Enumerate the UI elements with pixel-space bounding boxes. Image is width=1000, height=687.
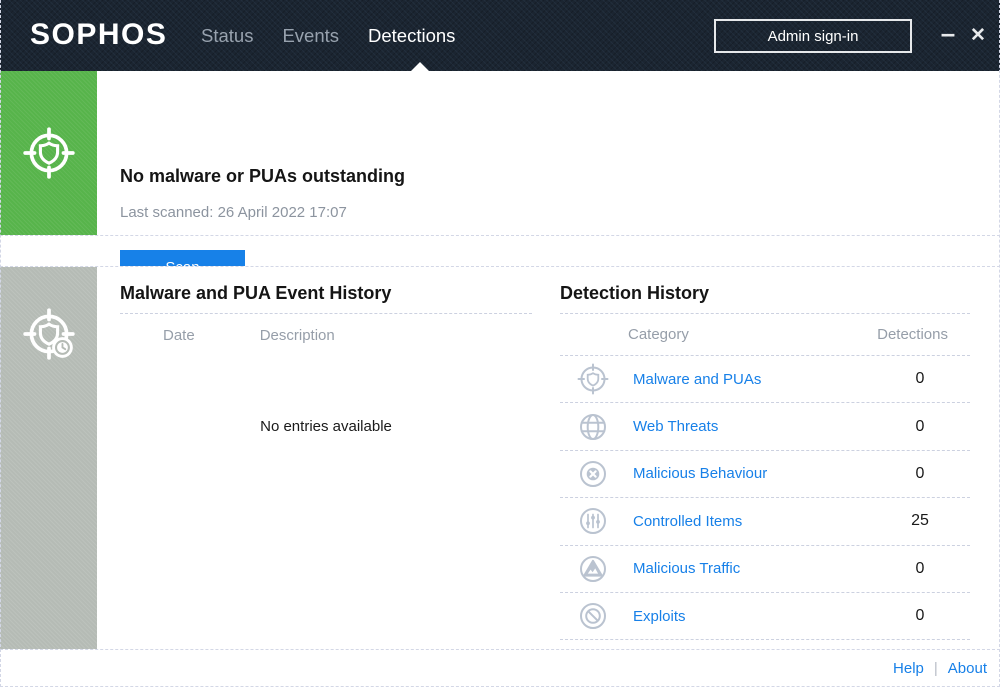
- shield-target-icon: [20, 124, 78, 182]
- status-heading: No malware or PUAs outstanding: [120, 166, 405, 187]
- empty-entries-message: No entries available: [120, 418, 532, 435]
- active-tab-caret: [411, 62, 429, 71]
- tab-status[interactable]: Status: [201, 25, 253, 47]
- minimize-icon[interactable]: –: [936, 24, 960, 48]
- detection-count: 0: [890, 370, 950, 388]
- malware-shield-icon: [575, 361, 611, 397]
- footer: Help | About: [0, 650, 1000, 687]
- table-row: Malicious Traffic 0: [560, 546, 970, 593]
- top-nav-bar: SOPHOS Status Events Detections Admin si…: [0, 0, 1000, 71]
- table-row: Exploits 0: [560, 593, 970, 640]
- status-panel-sidebar: [0, 71, 97, 235]
- event-history-header-row: Date Description: [120, 314, 532, 356]
- detection-link-malicious-behaviour[interactable]: Malicious Behaviour: [633, 465, 767, 482]
- about-link[interactable]: About: [948, 660, 987, 677]
- column-header-detections: Detections: [877, 326, 948, 343]
- column-header-description: Description: [260, 327, 335, 344]
- detection-link-malicious-traffic[interactable]: Malicious Traffic: [633, 560, 740, 577]
- sophos-window: SOPHOS Status Events Detections Admin si…: [0, 0, 1000, 687]
- event-history-title: Malware and PUA Event History: [120, 267, 532, 314]
- footer-separator: |: [934, 660, 938, 677]
- table-row: Malicious Behaviour 0: [560, 451, 970, 498]
- table-row: Controlled Items 25: [560, 498, 970, 545]
- history-panel-sidebar: [0, 267, 97, 649]
- detection-count: 25: [890, 512, 950, 530]
- detection-history-section: Detection History Category Detections Ma…: [560, 267, 970, 649]
- detection-count: 0: [890, 607, 950, 625]
- admin-sign-in-button[interactable]: Admin sign-in: [714, 19, 912, 53]
- table-row: Malware and PUAs 0: [560, 356, 970, 403]
- detection-count: 0: [890, 560, 950, 578]
- controlled-items-icon: [575, 503, 611, 539]
- detection-count: 0: [890, 465, 950, 483]
- malicious-traffic-icon: [575, 551, 611, 587]
- column-header-date: Date: [163, 327, 195, 344]
- nav-tabs: Status Events Detections: [201, 0, 455, 71]
- help-link[interactable]: Help: [893, 660, 924, 677]
- detection-link-malware-and-puas[interactable]: Malware and PUAs: [633, 371, 761, 388]
- detection-link-exploits[interactable]: Exploits: [633, 608, 686, 625]
- tab-events[interactable]: Events: [282, 25, 339, 47]
- event-history-section: Malware and PUA Event History Date Descr…: [120, 267, 532, 649]
- detection-history-header-row: Category Detections: [560, 314, 970, 356]
- detection-count: 0: [890, 418, 950, 436]
- history-panel: Malware and PUA Event History Date Descr…: [0, 266, 1000, 650]
- status-panel: No malware or PUAs outstanding Last scan…: [0, 71, 1000, 236]
- detection-history-title: Detection History: [560, 267, 970, 314]
- column-header-category: Category: [628, 326, 689, 343]
- tab-detections[interactable]: Detections: [368, 25, 455, 47]
- last-scanned-text: Last scanned: 26 April 2022 17:07: [120, 204, 347, 221]
- web-threats-globe-icon: [575, 409, 611, 445]
- malicious-behaviour-icon: [575, 456, 611, 492]
- detection-link-web-threats[interactable]: Web Threats: [633, 418, 718, 435]
- sophos-logo: SOPHOS: [30, 18, 167, 52]
- detection-link-controlled-items[interactable]: Controlled Items: [633, 513, 742, 530]
- shield-history-icon: [20, 305, 78, 363]
- exploits-icon: [575, 598, 611, 634]
- close-icon[interactable]: ✕: [966, 24, 990, 48]
- table-row: Web Threats 0: [560, 403, 970, 450]
